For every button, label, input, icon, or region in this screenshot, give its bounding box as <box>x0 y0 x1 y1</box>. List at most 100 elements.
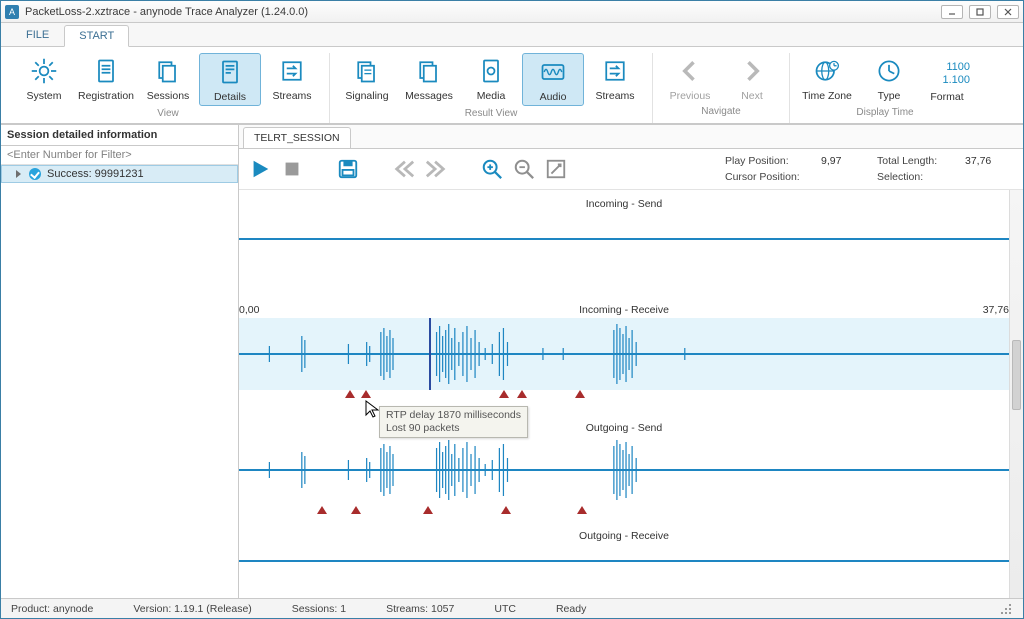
format-bottom: 1.100 <box>942 74 970 87</box>
left-panel: Session detailed information <Enter Numb… <box>1 125 239 598</box>
tooltip-line1: RTP delay 1870 milliseconds <box>386 409 521 422</box>
close-button[interactable] <box>997 5 1019 19</box>
media-button[interactable]: Media <box>460 53 522 106</box>
play-cursor[interactable] <box>429 318 431 390</box>
registration-label: Registration <box>78 90 134 102</box>
media-icon <box>477 57 505 88</box>
total-length-value: 37,76 <box>965 155 1013 167</box>
loss-marker[interactable] <box>317 506 327 514</box>
session-tab[interactable]: TELRT_SESSION <box>243 127 351 148</box>
tab-start[interactable]: START <box>64 25 129 47</box>
lane-outgoing-send-title: Outgoing - Send <box>586 422 662 434</box>
signaling-icon <box>353 57 381 88</box>
filter-input[interactable]: <Enter Number for Filter> <box>1 146 238 165</box>
document-icon <box>92 57 120 88</box>
timeline-start: 0,00 <box>239 304 259 316</box>
loss-marker[interactable] <box>501 506 511 514</box>
registration-button[interactable]: Registration <box>75 53 137 106</box>
expand-icon[interactable] <box>16 170 21 178</box>
details-button[interactable]: Details <box>199 53 261 106</box>
format-label: Format <box>930 91 963 103</box>
loss-marker[interactable] <box>423 506 433 514</box>
next-button[interactable]: Next <box>721 53 783 104</box>
forward-button[interactable] <box>425 158 447 180</box>
session-item-label: Success: 99991231 <box>47 168 144 180</box>
tab-file[interactable]: FILE <box>11 24 64 46</box>
stop-button[interactable] <box>281 158 303 180</box>
timezone-button[interactable]: Time Zone <box>796 53 858 105</box>
waveform-area[interactable]: Incoming - Send 0,00 Incoming - Receive … <box>239 190 1009 598</box>
lane-incoming-send-title: Incoming - Send <box>586 198 662 210</box>
loss-marker[interactable] <box>575 390 585 398</box>
display-group-label: Display Time <box>856 107 913 118</box>
details-label: Details <box>214 91 246 103</box>
vertical-scrollbar[interactable] <box>1009 190 1023 598</box>
lane-outgoing-receive-title: Outgoing - Receive <box>579 530 669 542</box>
lane-incoming-send-baseline <box>239 238 1009 240</box>
status-sessions: Sessions: 1 <box>292 603 346 615</box>
timeline-end: 37,76 <box>983 304 1009 316</box>
details-icon <box>216 58 244 89</box>
tooltip: RTP delay 1870 milliseconds Lost 90 pack… <box>379 406 528 438</box>
status-streams: Streams: 1057 <box>386 603 454 615</box>
loss-marker[interactable] <box>499 390 509 398</box>
loss-marker[interactable] <box>517 390 527 398</box>
view-group-label: View <box>157 108 179 119</box>
messages-label: Messages <box>405 90 453 102</box>
type-button[interactable]: Type <box>858 53 920 105</box>
timezone-label: Time Zone <box>802 90 852 102</box>
format-button[interactable]: 1100 1.100 Format <box>920 53 974 105</box>
arrows-icon <box>278 57 306 88</box>
loss-marker[interactable] <box>361 390 371 398</box>
top-tabstrip: FILE START <box>1 23 1023 47</box>
ribbon-group-display: Time Zone Type 1100 1.100 Format Display… <box>790 53 980 123</box>
streams-button[interactable]: Streams <box>261 53 323 106</box>
lane-incoming-receive-title: Incoming - Receive <box>579 304 669 316</box>
gear-icon <box>30 57 58 88</box>
rewind-button[interactable] <box>393 158 415 180</box>
system-button[interactable]: System <box>13 53 75 106</box>
minimize-button[interactable] <box>941 5 963 19</box>
playback-info: Play Position: 9,97 Total Length: 37,76 … <box>725 155 1013 183</box>
ribbon-group-navigate: Previous Next Navigate <box>653 53 790 123</box>
previous-label: Previous <box>670 90 711 102</box>
window-buttons <box>941 5 1019 19</box>
sessions-button[interactable]: Sessions <box>137 53 199 106</box>
streams2-button[interactable]: Streams <box>584 53 646 106</box>
clock-icon <box>875 57 903 88</box>
titlebar: A PacketLoss-2.xztrace - anynode Trace A… <box>1 1 1023 23</box>
audio-button[interactable]: Audio <box>522 53 584 106</box>
wave-incoming-receive <box>239 318 1009 390</box>
zoom-in-button[interactable] <box>481 158 503 180</box>
play-position-label: Play Position: <box>725 155 813 167</box>
maximize-button[interactable] <box>969 5 991 19</box>
zoom-out-button[interactable] <box>513 158 535 180</box>
messages-button[interactable]: Messages <box>398 53 460 106</box>
status-version: Version: 1.19.1 (Release) <box>133 603 251 615</box>
save-button[interactable] <box>337 158 359 180</box>
status-bar: Product: anynode Version: 1.19.1 (Releas… <box>1 598 1023 618</box>
system-label: System <box>26 90 61 102</box>
audio-label: Audio <box>540 91 567 103</box>
wave-outgoing-send <box>239 434 1009 506</box>
signaling-button[interactable]: Signaling <box>336 53 398 106</box>
type-label: Type <box>878 90 901 102</box>
tooltip-line2: Lost 90 packets <box>386 422 521 435</box>
session-item[interactable]: Success: 99991231 <box>1 165 238 183</box>
zoom-fit-button[interactable] <box>545 158 567 180</box>
player-toolbar: Play Position: 9,97 Total Length: 37,76 … <box>239 149 1023 190</box>
cursor-position-value <box>821 171 869 183</box>
previous-button[interactable]: Previous <box>659 53 721 104</box>
loss-marker[interactable] <box>351 506 361 514</box>
scrollbar-thumb[interactable] <box>1012 340 1021 410</box>
arrows-icon <box>601 57 629 88</box>
navigate-group-label: Navigate <box>701 106 740 117</box>
chevron-left-icon <box>676 57 704 88</box>
loss-marker[interactable] <box>577 506 587 514</box>
loss-marker[interactable] <box>345 390 355 398</box>
resize-grip[interactable] <box>999 602 1013 616</box>
right-panel: TELRT_SESSION Play Position: 9,97 Total <box>239 125 1023 598</box>
session-tabstrip: TELRT_SESSION <box>239 125 1023 149</box>
play-button[interactable] <box>249 158 271 180</box>
format-top: 1100 <box>946 61 970 74</box>
